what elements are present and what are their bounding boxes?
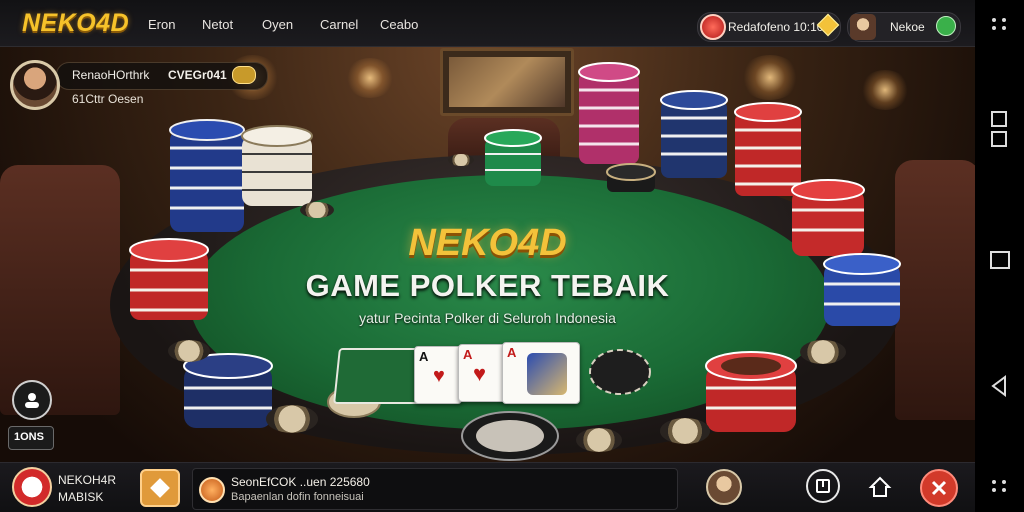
chip-stack-blue-left: [169, 119, 245, 232]
wall-painting: [440, 48, 574, 116]
footer-brand-line1: NEKOH4R: [58, 473, 117, 487]
chip-stack-white-left: [241, 125, 313, 206]
back-button[interactable]: [975, 374, 1024, 398]
top-navigation-bar: NEKO4D Eron Netot Oyen Carnel Ceabo Reda…: [0, 0, 975, 47]
lamp-glow-center: [345, 58, 395, 98]
book-button[interactable]: [806, 469, 840, 503]
coin-icon: [700, 14, 726, 40]
nav-item-1[interactable]: Eron: [148, 17, 175, 32]
nav-item-3[interactable]: Oyen: [262, 17, 293, 32]
gift-icon: [150, 478, 170, 498]
spade-icon: ♥: [433, 365, 445, 387]
user-icon: [25, 393, 39, 408]
profile-button[interactable]: [706, 469, 742, 505]
book-icon: [816, 479, 830, 493]
balance-text: Redafofeno 10:10: [728, 20, 824, 34]
seat-user-button[interactable]: [12, 380, 52, 420]
back-icon: [991, 375, 1006, 397]
lamp-glow-right: [740, 55, 800, 100]
chip-stack-red-bottom-right: [705, 351, 797, 432]
card-3-rank: A: [507, 345, 517, 360]
nav-item-5[interactable]: Ceabo: [380, 17, 418, 32]
hero-subtitle: yatur Pecinta Polker di Seluroh Indonesi…: [359, 310, 616, 326]
heart-icon: ♥: [473, 361, 487, 386]
menu-dots-icon: [992, 480, 1006, 492]
player-rank: CVEGr041: [168, 68, 227, 82]
cup-holder: [800, 340, 846, 364]
home-button[interactable]: [862, 469, 898, 505]
menu-dots-icon: [992, 18, 1006, 30]
bottom-bar: NEKOH4R MABISK SeonEfCOK ..uen 225680 Ba…: [0, 462, 975, 512]
player-status: 61Cttr Oesen: [72, 92, 144, 106]
brand-emblem-button[interactable]: [12, 467, 52, 507]
square-icon: [990, 251, 1010, 269]
home-icon: [868, 476, 892, 497]
avatar-icon: [850, 14, 876, 40]
chip-stack-navy-bottom-left: [183, 353, 273, 428]
home-nav-button[interactable]: [975, 250, 1024, 270]
cup-holder: [576, 428, 622, 452]
cup-holder: [168, 340, 210, 362]
card-1-rank: A: [419, 349, 429, 364]
cup-holder: [448, 154, 474, 166]
side-counter-text: 1ONS: [14, 431, 44, 443]
recents-icon: [991, 111, 1007, 147]
player-name: RenaoHOrthrk: [72, 68, 150, 82]
card-2-rank: A: [463, 347, 473, 362]
chip-stack-pink-top: [578, 62, 640, 164]
card-green-back: [333, 348, 427, 404]
side-counter: 1ONS: [8, 426, 54, 450]
player-panel[interactable]: RenaoHOrthrk CVEGr041 61Cttr Oesen: [10, 60, 268, 112]
chip-black-center: [589, 349, 651, 395]
rank-badge-icon: [232, 66, 256, 84]
ticker-line1: SeonEfCOK ..uen 225680: [231, 475, 370, 489]
cup-holder: [660, 418, 710, 444]
chip-single-black: [606, 163, 656, 192]
notification-icon: [936, 16, 956, 36]
card-3-face: A: [502, 342, 580, 404]
player-avatar[interactable]: [10, 60, 60, 110]
recents-button[interactable]: [975, 110, 1024, 150]
user-name: Nekoe: [890, 20, 925, 34]
app-logo[interactable]: NEKO4D: [22, 9, 129, 38]
cup-holder: [266, 405, 318, 433]
ticker-panel[interactable]: SeonEfCOK ..uen 225680 Bapaenlan dofin f…: [192, 468, 678, 510]
menu-dots-top-button[interactable]: [975, 14, 1024, 34]
close-icon: [931, 480, 947, 496]
footer-brand-line2: MABISK: [58, 490, 104, 504]
chip-stack-green-center: [484, 129, 542, 186]
user-pill[interactable]: Nekoe: [847, 12, 961, 42]
gift-button[interactable]: [140, 469, 180, 507]
hero-brand-logo: NEKO4D: [408, 222, 567, 264]
close-button[interactable]: [920, 469, 958, 507]
card-2: A ♥: [458, 344, 506, 402]
card-1: A ♥: [414, 346, 462, 404]
hero-title: GAME POLKER TEBAIK: [305, 268, 670, 303]
chip-bottom-center: [461, 411, 559, 461]
system-nav-bar: [975, 0, 1024, 512]
lamp-glow-far-right: [860, 70, 910, 110]
ticker-line2: Bapaenlan dofin fonneisuai: [231, 491, 364, 503]
cup-holder: [300, 202, 334, 218]
menu-dots-bottom-button[interactable]: [975, 476, 1024, 496]
chip-stack-blue-top: [660, 90, 728, 178]
balance-pill[interactable]: Redafofeno 10:10: [697, 12, 841, 42]
nav-item-2[interactable]: Netot: [202, 17, 233, 32]
coin-icon: [199, 477, 225, 503]
face-card-icon: [527, 353, 567, 395]
nav-item-4[interactable]: Carnel: [320, 17, 358, 32]
casino-scene: NEKO4D GAME POLKER TEBAIK yatur Pecinta …: [0, 0, 975, 512]
